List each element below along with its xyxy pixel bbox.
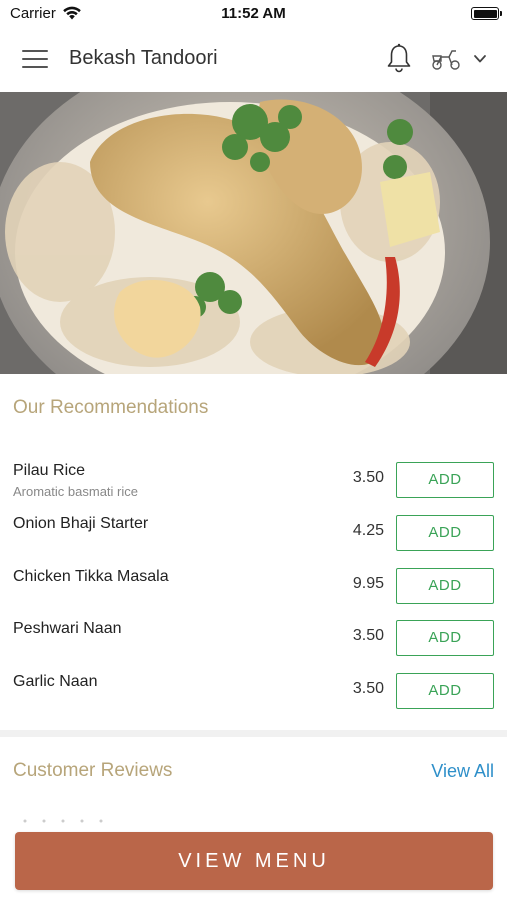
view-all-link[interactable]: View All xyxy=(431,761,494,782)
hero-food-image xyxy=(0,92,507,374)
item-price: 3.50 xyxy=(352,469,384,486)
app-header: Bekash Tandoori xyxy=(0,28,507,92)
status-time: 11:52 AM xyxy=(221,5,286,22)
item-price: 9.95 xyxy=(352,575,384,592)
add-button[interactable]: ADD xyxy=(396,568,494,604)
scooter-icon[interactable] xyxy=(430,46,462,72)
restaurant-title: Bekash Tandoori xyxy=(69,47,218,69)
item-name: Onion Bhaji Starter xyxy=(13,515,149,532)
item-description: Aromatic basmati rice xyxy=(13,484,138,499)
add-button[interactable]: ADD xyxy=(396,462,494,498)
recommendation-item: Chicken Tikka Masala 9.95 ADD xyxy=(0,568,507,620)
status-bar: Carrier 11:52 AM xyxy=(0,0,507,28)
review-rating-dots xyxy=(23,819,103,823)
recommendation-item: Onion Bhaji Starter 4.25 ADD xyxy=(0,515,507,567)
menu-icon[interactable] xyxy=(22,50,48,70)
recommendation-item: Peshwari Naan 3.50 ADD xyxy=(0,620,507,672)
battery-icon xyxy=(471,7,502,20)
recommendation-item: Pilau Rice Aromatic basmati rice 3.50 AD… xyxy=(0,462,507,514)
add-button[interactable]: ADD xyxy=(396,620,494,656)
item-price: 4.25 xyxy=(352,522,384,539)
recommendation-item: Garlic Naan 3.50 ADD xyxy=(0,673,507,725)
item-name: Pilau Rice xyxy=(13,462,86,479)
section-divider xyxy=(0,730,507,737)
recommendations-title: Our Recommendations xyxy=(13,397,209,418)
add-button[interactable]: ADD xyxy=(396,673,494,709)
food-photo xyxy=(0,92,507,374)
item-name: Peshwari Naan xyxy=(13,620,122,637)
item-name: Chicken Tikka Masala xyxy=(13,568,169,585)
add-button[interactable]: ADD xyxy=(396,515,494,551)
item-name: Garlic Naan xyxy=(13,673,98,690)
item-price: 3.50 xyxy=(352,680,384,697)
reviews-title: Customer Reviews xyxy=(13,760,173,781)
view-menu-button[interactable]: VIEW MENU xyxy=(15,832,493,890)
item-price: 3.50 xyxy=(352,627,384,644)
chevron-down-icon[interactable] xyxy=(472,53,488,65)
bell-icon[interactable] xyxy=(385,43,413,73)
